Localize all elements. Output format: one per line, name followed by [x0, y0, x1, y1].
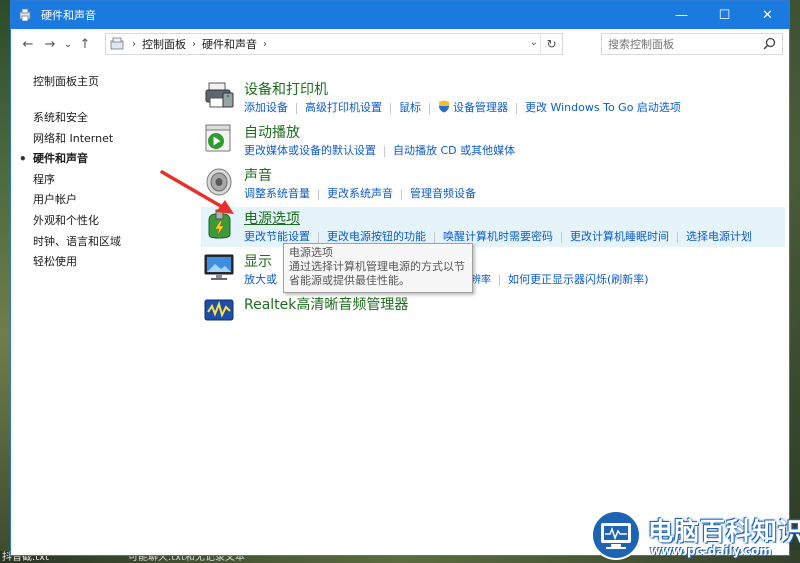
- address-row: ← → ⌄ ↑ › 控制面板 › 硬件和声音 › ⌄ ↻: [11, 29, 789, 59]
- search-box[interactable]: [601, 33, 783, 55]
- category-title-power-options[interactable]: 电源选项: [244, 208, 300, 228]
- link-require-password-wake[interactable]: 唤醒计算机时需要密码: [443, 230, 553, 243]
- link-separator: [384, 145, 385, 157]
- window-title: 硬件和声音: [41, 9, 96, 22]
- link-separator: [677, 231, 678, 243]
- breadcrumb-separator: ›: [132, 38, 136, 50]
- close-button[interactable]: ✕: [746, 1, 789, 29]
- link-magnify[interactable]: 放大或: [244, 273, 277, 286]
- category-title-devices-printers[interactable]: 设备和打印机: [244, 79, 328, 99]
- link-change-power-buttons[interactable]: 更改电源按钮的功能: [327, 230, 426, 243]
- search-input[interactable]: [608, 37, 758, 51]
- tooltip: 电源选项 通过选择计算机管理电源的方式以节省能源或提供最佳性能。: [283, 243, 473, 293]
- sidebar-item-label: 系统和安全: [33, 111, 88, 124]
- monitor-icon: [204, 254, 234, 280]
- control-panel-icon: [19, 8, 31, 22]
- link-separator: [516, 102, 517, 114]
- link-mouse[interactable]: 鼠标: [399, 101, 421, 114]
- site-watermark: 电脑百科知识 www.pc-daily.com: [590, 510, 800, 563]
- category-sound: 声音 调整系统音量 更改系统声音 管理音频设备: [203, 165, 787, 201]
- link-separator: [318, 188, 319, 200]
- sidebar-item-label: 硬件和声音: [33, 152, 88, 166]
- sidebar-item-ease-of-access[interactable]: 轻松使用: [33, 252, 193, 273]
- link-separator: [434, 231, 435, 243]
- sidebar-item-label: 外观和个性化: [33, 213, 99, 227]
- maximize-button[interactable]: ☐: [703, 1, 746, 29]
- breadcrumb-separator[interactable]: ›: [263, 39, 267, 50]
- category-power-options: 电源选项 更改节能设置 更改电源按钮的功能 唤醒计算机时需要密码 更改计算机睡眠时间 选…: [203, 208, 787, 244]
- link-separator: [401, 188, 402, 200]
- category-title-autoplay[interactable]: 自动播放: [244, 122, 300, 142]
- sidebar-item-network[interactable]: 网络和 Internet: [33, 129, 193, 150]
- category-title-sound[interactable]: 声音: [244, 165, 272, 185]
- control-panel-icon: [110, 37, 124, 50]
- category-title-realtek[interactable]: Realtek高清晰音频管理器: [244, 294, 408, 314]
- address-dropdown-button[interactable]: ⌄: [530, 37, 538, 48]
- control-panel-window: 硬件和声音 — ☐ ✕ ← → ⌄ ↑ › 控制面板 › 硬件和声音 › ⌄ ↻: [10, 0, 790, 556]
- up-button[interactable]: ↑: [75, 33, 95, 55]
- sidebar-item-label: 轻松使用: [33, 255, 77, 269]
- link-change-power-saving[interactable]: 更改节能设置: [244, 230, 310, 243]
- link-device-manager[interactable]: 设备管理器: [453, 101, 508, 114]
- annotation-arrow-icon: [160, 170, 234, 214]
- category-devices-printers: 设备和打印机 添加设备 高级打印机设置 鼠标 设备管理器 更改 Windows To G…: [203, 79, 787, 115]
- realtek-icon: [204, 299, 234, 321]
- link-separator: [296, 102, 297, 114]
- link-autoplay-cd[interactable]: 自动播放 CD 或其他媒体: [393, 144, 515, 157]
- title-bar[interactable]: 硬件和声音 — ☐ ✕: [11, 1, 789, 29]
- link-advanced-printer-setup[interactable]: 高级打印机设置: [305, 101, 382, 114]
- link-separator: [561, 231, 562, 243]
- printer-icon: [205, 82, 234, 108]
- current-bullet-icon: •: [19, 152, 27, 167]
- autoplay-icon: [205, 124, 231, 152]
- sidebar-item-label: 时钟、语言和区域: [33, 234, 121, 248]
- address-bar[interactable]: › 控制面板 › 硬件和声音 › ⌄ ↻: [105, 33, 563, 55]
- recent-locations-button[interactable]: ⌄: [61, 33, 75, 55]
- sidebar-item-system-security[interactable]: 系统和安全: [33, 108, 193, 129]
- category-autoplay: 自动播放 更改媒体或设备的默认设置 自动播放 CD 或其他媒体: [203, 122, 787, 158]
- link-add-device[interactable]: 添加设备: [244, 101, 288, 114]
- sidebar-home-link[interactable]: 控制面板主页: [33, 73, 193, 89]
- category-realtek: Realtek高清晰音频管理器: [203, 294, 787, 324]
- tooltip-title: 电源选项: [289, 246, 333, 259]
- link-change-media-defaults[interactable]: 更改媒体或设备的默认设置: [244, 144, 376, 157]
- link-change-system-sounds[interactable]: 更改系统声音: [327, 187, 393, 200]
- breadcrumb-hardware-sound[interactable]: 硬件和声音: [202, 36, 257, 52]
- tooltip-body: 通过选择计算机管理电源的方式以节省能源或提供最佳性能。: [289, 260, 465, 287]
- sidebar-item-label: 用户帐户: [33, 193, 77, 207]
- watermark-url: www.pc-daily.com: [650, 544, 772, 558]
- uac-shield-icon: [439, 100, 449, 113]
- minimize-button[interactable]: —: [660, 1, 703, 29]
- sidebar-item-label: 网络和 Internet: [33, 131, 114, 145]
- link-separator: [429, 102, 430, 114]
- link-manage-audio-devices[interactable]: 管理音频设备: [410, 187, 476, 200]
- watermark-brand: 电脑百科知识: [648, 517, 800, 546]
- sidebar-item-hardware-sound[interactable]: • 硬件和声音: [19, 149, 193, 170]
- search-icon[interactable]: [763, 37, 776, 50]
- link-choose-power-plan[interactable]: 选择电源计划: [686, 230, 752, 243]
- pc-daily-logo-icon: [591, 510, 641, 560]
- link-separator: [390, 102, 391, 114]
- forward-button[interactable]: →: [39, 33, 61, 55]
- sidebar-item-label: 程序: [33, 172, 55, 186]
- link-separator: [499, 274, 500, 286]
- refresh-button[interactable]: ↻: [540, 34, 562, 54]
- back-button[interactable]: ←: [17, 33, 39, 55]
- sidebar-item-clock-region[interactable]: 时钟、语言和区域: [33, 232, 193, 253]
- link-adjust-volume[interactable]: 调整系统音量: [244, 187, 310, 200]
- link-separator: [318, 231, 319, 243]
- link-windows-to-go[interactable]: 更改 Windows To Go 启动选项: [525, 101, 681, 114]
- category-title-display[interactable]: 显示: [244, 251, 272, 271]
- breadcrumb-separator[interactable]: ›: [192, 39, 196, 50]
- link-fix-flicker[interactable]: 如何更正显示器闪烁(刷新率): [508, 273, 649, 286]
- breadcrumb-control-panel[interactable]: 控制面板: [142, 36, 186, 52]
- link-change-sleep-time[interactable]: 更改计算机睡眠时间: [570, 230, 669, 243]
